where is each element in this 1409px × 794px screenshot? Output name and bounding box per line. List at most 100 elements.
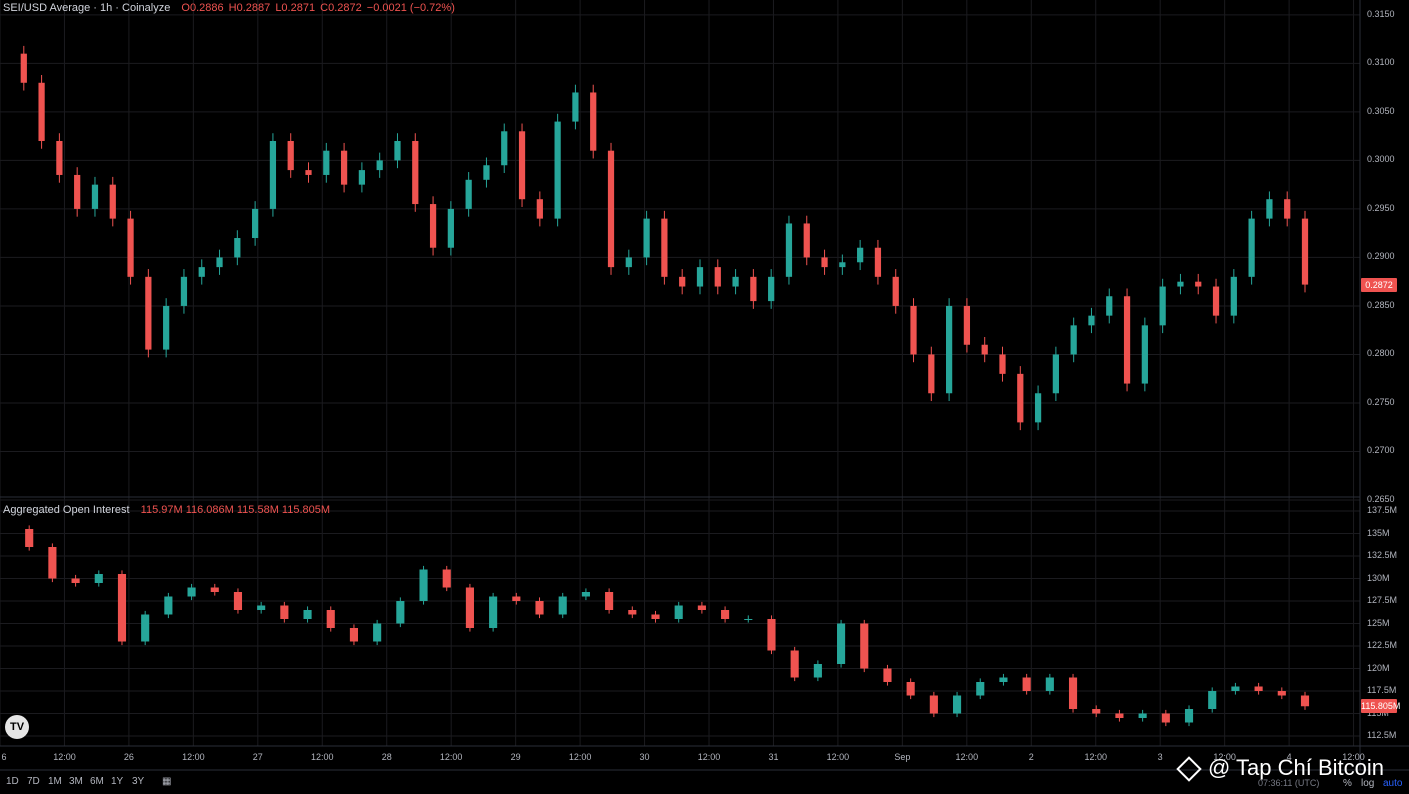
candle-body [56,140,63,175]
candle-body [536,199,543,219]
y-tick-label: 132.5M [1367,550,1398,560]
candle-body [358,170,366,185]
timeframe-button-7d[interactable]: 7D [27,776,40,787]
candle-body [429,204,437,248]
candle-body [1141,325,1148,384]
x-tick-label: Sep [894,752,911,762]
y-tick-label: 0.3000 [1367,154,1395,165]
x-tick-label: 12:00 [53,752,76,762]
timeframe-button-3m[interactable]: 3M [69,776,83,787]
candle-body [489,596,498,628]
candle-body [1177,281,1184,287]
candle-body [661,218,668,277]
candle-body [164,596,173,615]
candle-body [767,619,776,651]
candle-body [38,82,45,141]
auto-toggle[interactable]: auto [1383,778,1402,789]
timeframe-button-1m[interactable]: 1M [48,776,62,787]
candle-body [501,131,508,166]
candle-body [714,267,721,287]
candle-body [1034,393,1042,423]
timeframe-button-6m[interactable]: 6M [90,776,104,787]
candle-body [1052,354,1059,394]
candle-body [906,682,915,696]
candle-body [1092,709,1101,714]
timeframe-button-3y[interactable]: 3Y [132,776,144,787]
candle-body [1230,276,1237,316]
oi-title[interactable]: Aggregated Open Interest [3,504,130,516]
candle-body [721,610,730,619]
candle-body [821,257,828,268]
candle-body [674,605,683,619]
y-tick-label: 0.2900 [1367,251,1395,262]
candle-body [465,179,472,209]
close-value: C0.2872 [320,2,362,14]
chart-canvas[interactable] [0,0,1409,794]
candle-body [216,257,223,268]
candle-body [790,650,799,678]
candle-body [234,238,241,258]
candle-body [1045,677,1054,691]
tradingview-logo[interactable]: TV [5,715,29,739]
candle-body [625,257,632,268]
candle-body [303,610,312,619]
candle-body [581,592,590,597]
candle-body [651,614,660,619]
candle-body [287,140,294,171]
candle-body [91,184,99,209]
y-tick-label: 125M [1367,617,1390,628]
x-tick-label: 12:00 [697,752,721,762]
candle-body [71,578,80,583]
x-tick-label: 2 [1028,752,1034,762]
x-tick-label: 27 [252,752,263,762]
y-tick-label: 117.5M [1367,685,1397,695]
candle-body [732,276,739,287]
y-tick-label: 0.2750 [1367,396,1395,407]
candle-body [145,276,152,350]
candle-body [1248,218,1255,277]
y-tick-label: 120M [1367,662,1390,673]
oi-values: 115.97M 116.086M 115.58M 115.805M [140,504,331,516]
candle-body [20,53,27,83]
price-candles [20,45,1309,431]
candle-body [257,605,266,610]
candle-body [518,131,526,200]
y-tick-label: 127.5M [1367,595,1398,605]
x-tick-label: 12:00 [439,752,463,762]
candle-body [349,628,359,642]
candle-body [590,92,597,151]
candle-body [117,574,127,642]
candle-body [605,592,614,610]
candle-body [554,121,561,219]
candle-body [141,614,150,642]
candle-body [1284,199,1291,219]
timeframe-button-1d[interactable]: 1D [6,776,19,787]
watermark: @ Tap Chí Bitcoin [1176,755,1384,782]
y-tick-label: 0.3150 [1367,8,1395,19]
x-tick-label: 28 [381,752,392,762]
y-tick-label: 137.5M [1367,505,1398,515]
candle-body [744,619,753,620]
y-tick-label: 0.3100 [1367,57,1395,68]
candle-body [1070,325,1077,355]
candle-body [981,344,988,355]
candle-body [109,184,116,219]
candle-body [1022,677,1031,691]
date-range-icon[interactable]: ▦ [162,776,171,787]
x-tick-label: 12:00 [826,752,850,762]
x-tick-label: 26 [123,752,134,762]
candle-body [305,170,312,175]
candle-body [857,247,864,263]
candle-body [1301,218,1309,285]
candle-body [839,262,846,268]
symbol-label[interactable]: SEI/USD Average · 1h · Coinalyze [3,2,170,14]
candle-body [1231,686,1240,691]
candle-body [269,140,277,209]
candle-body [198,267,205,277]
candle-body [952,695,962,714]
timeframe-button-1y[interactable]: 1Y [111,776,123,787]
y-tick-label: 0.2650 [1367,494,1395,504]
last-price-tag: 0.2872 [1361,277,1397,292]
x-tick-label: 12:00 [182,752,205,762]
candle-body [447,208,454,248]
